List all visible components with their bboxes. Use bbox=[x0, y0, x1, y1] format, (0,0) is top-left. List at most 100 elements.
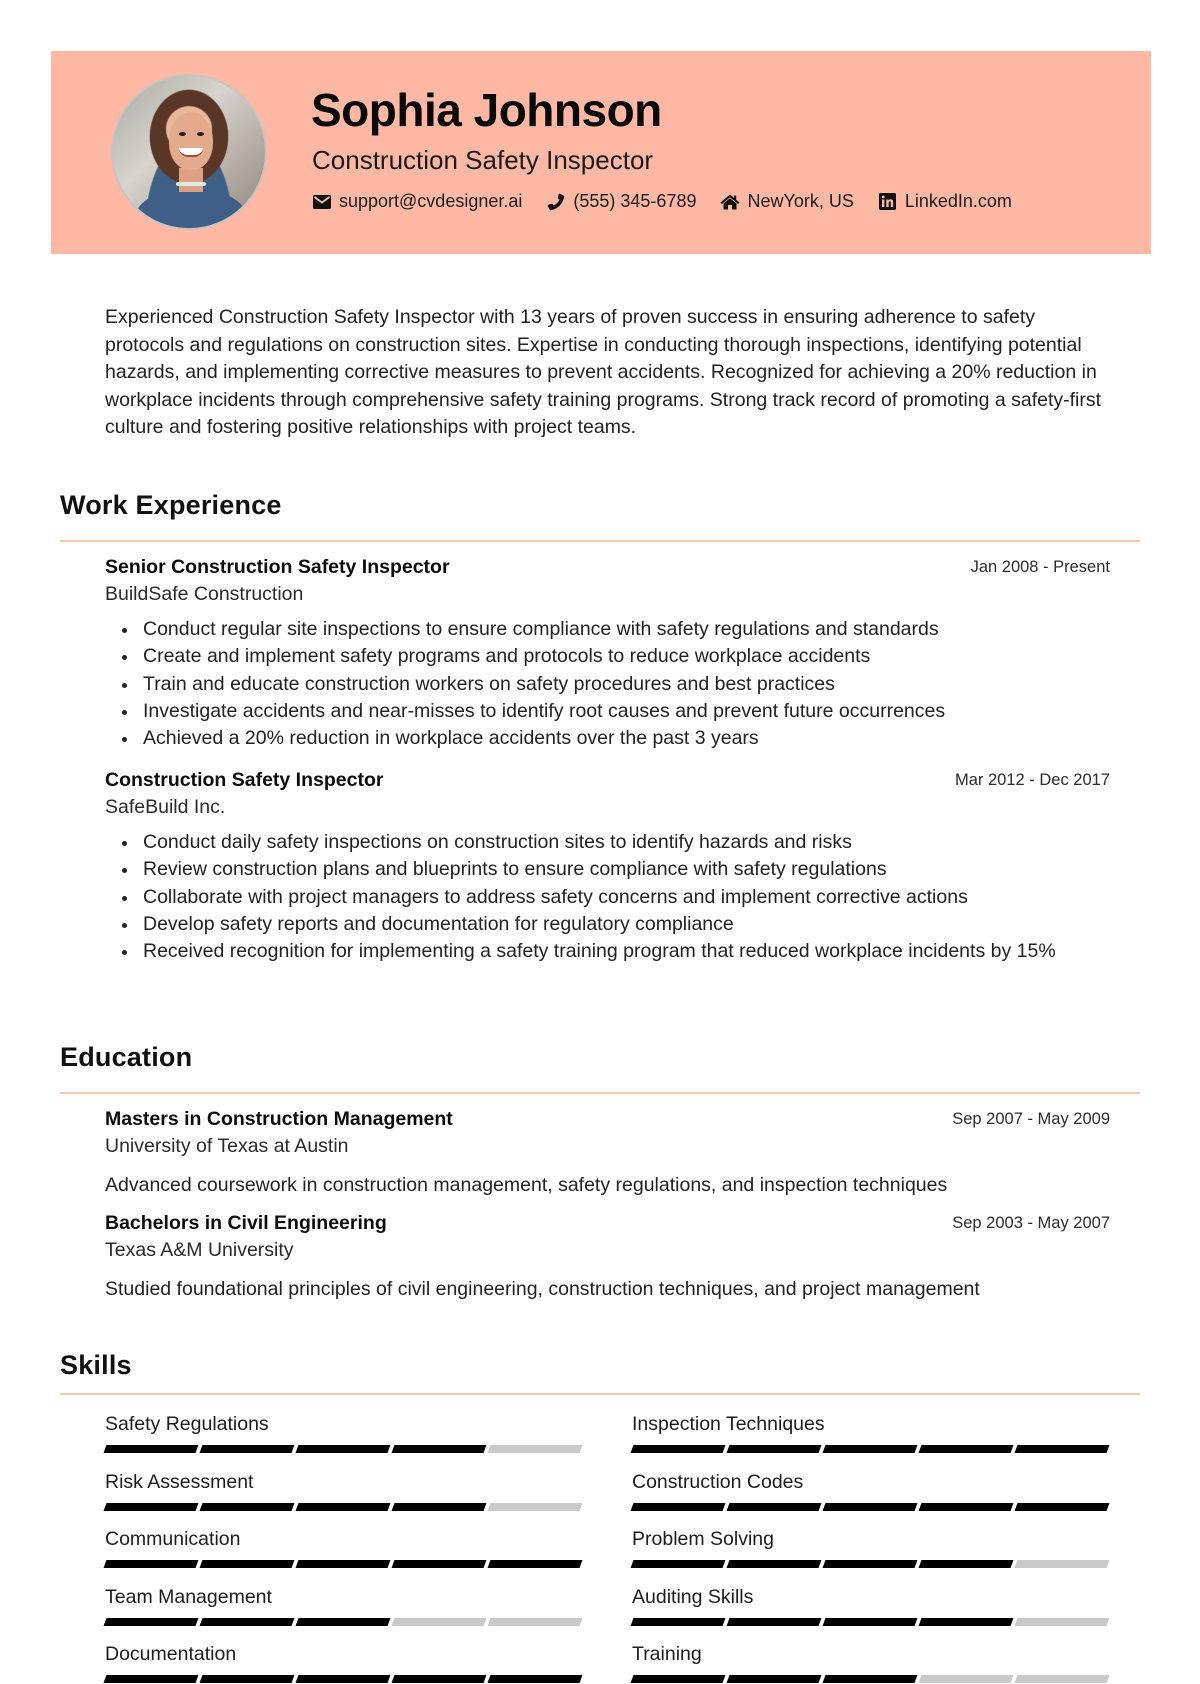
home-icon bbox=[720, 193, 740, 211]
skill-segment-filled bbox=[103, 1560, 199, 1568]
skill-segment-filled bbox=[295, 1502, 391, 1511]
skill-name: Team Management bbox=[105, 1585, 272, 1608]
skill-segment-filled bbox=[726, 1675, 822, 1683]
skill-level-bar bbox=[630, 1502, 1112, 1511]
skill-item: Auditing Skills bbox=[630, 1583, 1112, 1626]
skill-segment-filled bbox=[199, 1445, 295, 1453]
work-entry: Senior Construction Safety Inspector Jan… bbox=[105, 554, 1110, 752]
skill-level-bar bbox=[630, 1675, 1112, 1683]
skill-segment-filled bbox=[630, 1502, 726, 1511]
skill-segment-filled bbox=[391, 1560, 487, 1568]
job-bullet: Investigate accidents and near-misses to… bbox=[105, 698, 1110, 725]
job-bullet: Conduct daily safety inspections on cons… bbox=[105, 829, 1110, 856]
job-bullets: Conduct regular site inspections to ensu… bbox=[105, 616, 1110, 752]
job-bullets: Conduct daily safety inspections on cons… bbox=[105, 829, 1110, 965]
skill-segment-filled bbox=[918, 1617, 1014, 1626]
contact-email[interactable]: support@cvdesigner.ai bbox=[312, 191, 522, 212]
job-bullet: Train and educate construction workers o… bbox=[105, 671, 1110, 698]
skill-segment-filled bbox=[1014, 1502, 1110, 1511]
photo-necklace bbox=[176, 182, 206, 186]
job-bullet: Create and implement safety programs and… bbox=[105, 643, 1110, 670]
job-bullet: Conduct regular site inspections to ensu… bbox=[105, 616, 1110, 643]
skill-segment-filled bbox=[103, 1617, 199, 1626]
skill-item: Safety Regulations bbox=[103, 1410, 585, 1453]
skill-segment-filled bbox=[295, 1560, 391, 1568]
job-bullet: Collaborate with project managers to add… bbox=[105, 884, 1110, 911]
section-divider bbox=[60, 1092, 1140, 1094]
skill-segment-filled bbox=[822, 1675, 918, 1683]
school-name: University of Texas at Austin bbox=[105, 1135, 349, 1157]
contact-email-text: support@cvdesigner.ai bbox=[339, 191, 523, 211]
education-description: Advanced coursework in construction mana… bbox=[105, 1174, 948, 1196]
contact-location-text: NewYork, US bbox=[747, 191, 854, 211]
profile-photo bbox=[111, 74, 267, 230]
skill-level-bar bbox=[103, 1560, 585, 1568]
skill-segment-filled bbox=[199, 1502, 295, 1511]
skill-segment-filled bbox=[726, 1502, 822, 1511]
section-title-education: Education bbox=[60, 1042, 193, 1072]
skill-level-bar bbox=[103, 1675, 585, 1683]
skill-name: Training bbox=[632, 1643, 702, 1665]
skill-segment-filled bbox=[199, 1617, 295, 1626]
skill-segment-filled bbox=[918, 1560, 1014, 1568]
skill-segment-empty bbox=[487, 1445, 583, 1453]
education-entry: Bachelors in Civil Engineering Sep 2003 … bbox=[105, 1210, 1110, 1303]
candidate-title: Construction Safety Inspector bbox=[312, 145, 654, 175]
skill-name: Construction Codes bbox=[632, 1470, 804, 1493]
job-dates: Jan 2008 - Present bbox=[970, 558, 1110, 576]
skill-segment-filled bbox=[630, 1560, 726, 1568]
skill-item: Inspection Techniques bbox=[630, 1410, 1112, 1453]
job-bullet: Review construction plans and blueprints… bbox=[105, 856, 1110, 883]
section-divider bbox=[60, 1393, 1140, 1395]
professional-summary: Experienced Construction Safety Inspecto… bbox=[105, 306, 1102, 438]
skill-segment-empty bbox=[1014, 1675, 1110, 1683]
contact-location: NewYork, US bbox=[720, 191, 854, 212]
linkedin-icon bbox=[878, 193, 898, 211]
skill-segment-filled bbox=[822, 1445, 918, 1453]
skill-segment-filled bbox=[918, 1502, 1014, 1511]
phone-icon bbox=[546, 193, 566, 211]
skill-segment-empty bbox=[391, 1617, 487, 1626]
photo-face bbox=[169, 112, 213, 170]
skill-segment-filled bbox=[630, 1445, 726, 1453]
photo-neck bbox=[179, 168, 203, 192]
skill-segment-filled bbox=[630, 1675, 726, 1683]
photo-eye bbox=[179, 132, 186, 136]
section-title-work-experience: Work Experience bbox=[60, 490, 282, 520]
skill-level-bar bbox=[103, 1617, 585, 1626]
skill-item: Construction Codes bbox=[630, 1468, 1112, 1511]
skill-level-bar bbox=[630, 1560, 1112, 1568]
contact-linkedin[interactable]: LinkedIn.com bbox=[878, 191, 1012, 212]
contact-linkedin-text: LinkedIn.com bbox=[904, 191, 1012, 211]
skill-segment-filled bbox=[726, 1560, 822, 1568]
photo-jacket bbox=[135, 188, 247, 228]
skill-segment-filled bbox=[199, 1675, 295, 1683]
skill-segment-filled bbox=[487, 1675, 583, 1683]
job-bullet: Develop safety reports and documentation… bbox=[105, 911, 1110, 938]
skill-name: Documentation bbox=[105, 1643, 237, 1665]
contact-phone-text: (555) 345-6789 bbox=[573, 191, 697, 211]
skill-segment-filled bbox=[726, 1445, 822, 1453]
skill-segment-filled bbox=[918, 1445, 1014, 1453]
skill-segment-filled bbox=[103, 1675, 199, 1683]
skill-item: Risk Assessment bbox=[103, 1468, 585, 1511]
skill-segment-filled bbox=[391, 1502, 487, 1511]
contact-phone[interactable]: (555) 345-6789 bbox=[546, 191, 696, 212]
contact-list: support@cvdesigner.ai (555) 345-6789 New… bbox=[312, 191, 1036, 212]
skill-segment-filled bbox=[822, 1502, 918, 1511]
skill-segment-filled bbox=[391, 1445, 487, 1453]
skill-name: Auditing Skills bbox=[632, 1585, 754, 1608]
section-title-skills: Skills bbox=[60, 1350, 132, 1380]
work-entry: Construction Safety Inspector Mar 2012 -… bbox=[105, 767, 1110, 965]
skill-level-bar bbox=[630, 1445, 1112, 1453]
skill-name: Problem Solving bbox=[632, 1528, 774, 1550]
skill-name: Risk Assessment bbox=[105, 1470, 254, 1493]
skill-item: Training bbox=[630, 1640, 1112, 1683]
skill-segment-filled bbox=[822, 1617, 918, 1626]
company-name: BuildSafe Construction bbox=[105, 583, 304, 605]
skill-segment-empty bbox=[487, 1617, 583, 1626]
job-dates: Mar 2012 - Dec 2017 bbox=[954, 771, 1110, 789]
skill-segment-filled bbox=[726, 1617, 822, 1626]
job-bullet: Achieved a 20% reduction in workplace ac… bbox=[105, 725, 1110, 752]
section-divider bbox=[60, 540, 1140, 542]
